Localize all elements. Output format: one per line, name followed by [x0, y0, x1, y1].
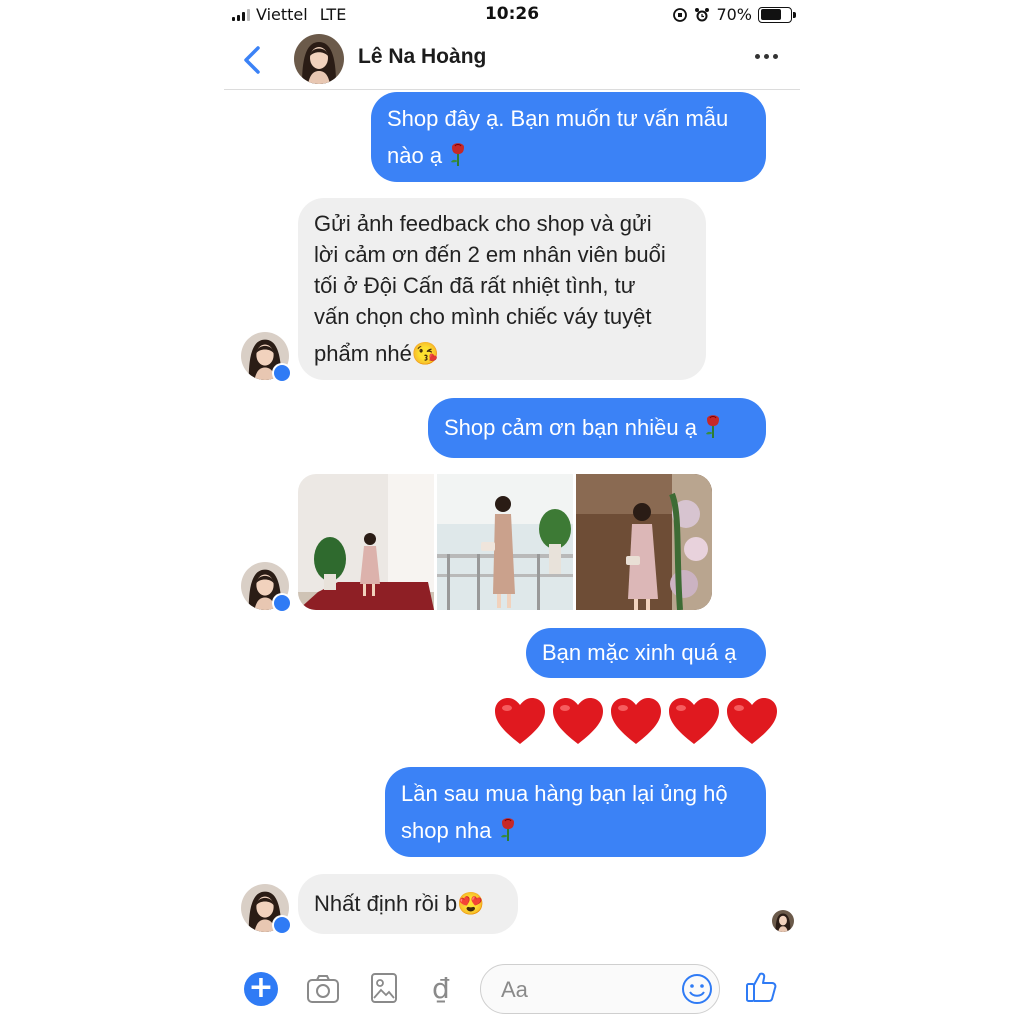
sender-avatar[interactable] [241, 332, 292, 383]
rose-icon [705, 415, 719, 438]
message-text: vấn chọn cho mình chiếc váy tuyệt [314, 304, 652, 329]
incoming-message[interactable]: Nhất định rồi b😍 [298, 874, 518, 934]
heart-icon [495, 698, 545, 744]
message-text: shop nha [401, 812, 750, 849]
photo-attachments [298, 474, 712, 610]
message-text: tối ở Đội Cấn đã rất nhiệt tình, tư [314, 273, 636, 298]
sender-avatar[interactable] [241, 884, 292, 935]
message-text: nào ạ [387, 137, 750, 174]
orientation-lock-icon [673, 7, 688, 22]
rose-icon [500, 818, 514, 841]
heart-icon [553, 698, 603, 744]
messenger-badge-icon [272, 915, 292, 935]
incoming-message[interactable]: Gửi ảnh feedback cho shop và gửi lời cảm… [298, 198, 706, 380]
photo-attachment[interactable] [576, 474, 712, 610]
more-options-button[interactable] [755, 54, 778, 59]
outgoing-message[interactable]: Bạn mặc xinh quá ạ [526, 628, 766, 678]
payment-icon[interactable]: ₫ [432, 972, 450, 1005]
alarm-icon [695, 7, 710, 21]
chat-header: Lê Na Hoàng [224, 30, 800, 90]
messenger-badge-icon [272, 363, 292, 383]
battery-percent: 70% [716, 5, 752, 24]
message-text: Nhất định rồi b😍 [314, 891, 485, 916]
message-text: phẩm nhé😘 [314, 341, 440, 366]
battery-icon [758, 6, 796, 23]
status-bar: Viettel LTE 10:26 70% [224, 0, 800, 30]
messenger-screen: Viettel LTE 10:26 70% Lê Na Hoàng Shop đ… [224, 0, 800, 1024]
camera-icon[interactable] [306, 974, 340, 1004]
message-text: Bạn mặc xinh quá ạ [542, 640, 737, 665]
photo-attachment[interactable] [298, 474, 434, 610]
plus-icon[interactable]: + [244, 972, 278, 1006]
outgoing-message[interactable]: Shop cảm ơn bạn nhiều ạ [428, 398, 766, 458]
contact-avatar[interactable] [294, 34, 344, 84]
outgoing-message[interactable]: Lần sau mua hàng bạn lại ủng hộ shop nha [385, 767, 766, 857]
message-text: Lần sau mua hàng bạn lại ủng hộ [401, 781, 728, 806]
heart-icon [611, 698, 661, 744]
message-text: Gửi ảnh feedback cho shop và gửi [314, 211, 652, 236]
message-input-wrapper [480, 964, 720, 1014]
message-text: Shop đây ạ. Bạn muốn tư vấn mẫu [387, 106, 729, 131]
rose-icon [451, 143, 465, 166]
message-text: Shop cảm ơn bạn nhiều ạ [444, 415, 697, 440]
heart-icon [727, 698, 777, 744]
contact-name[interactable]: Lê Na Hoàng [358, 45, 486, 69]
heart-icon [669, 698, 719, 744]
emoji-icon[interactable] [681, 973, 713, 1005]
hearts-message[interactable] [492, 694, 780, 750]
messenger-badge-icon [272, 593, 292, 613]
image-icon[interactable] [370, 972, 398, 1004]
status-right: 70% [672, 5, 796, 24]
read-receipt-avatar [772, 910, 794, 932]
battery-fill [760, 9, 781, 20]
thumbs-up-icon[interactable] [744, 970, 778, 1004]
back-chevron-icon[interactable] [238, 42, 268, 78]
message-input[interactable] [501, 975, 671, 1005]
photo-attachment[interactable] [437, 474, 573, 610]
message-composer: + ₫ [224, 960, 800, 1020]
outgoing-message[interactable]: Shop đây ạ. Bạn muốn tư vấn mẫu nào ạ [371, 92, 766, 182]
message-text: lời cảm ơn đến 2 em nhân viên buổi [314, 242, 666, 267]
sender-avatar[interactable] [241, 562, 292, 613]
